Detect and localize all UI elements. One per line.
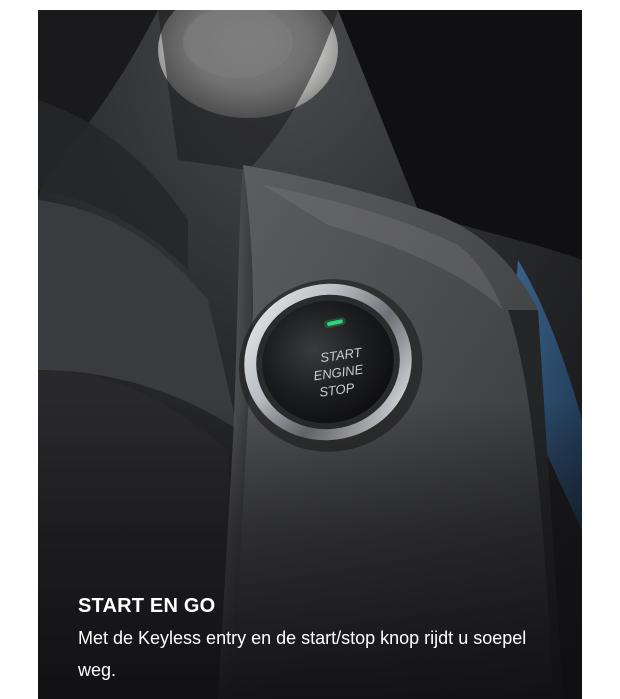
caption-title: START EN GO [78,595,216,617]
caption: START EN GO Met de Keyless entry en de s… [78,592,552,686]
caption-text: Met de Keyless entry en de start/stop kn… [78,628,527,680]
feature-card: START ENGINE STOP START EN GO Met de Key… [38,10,582,699]
